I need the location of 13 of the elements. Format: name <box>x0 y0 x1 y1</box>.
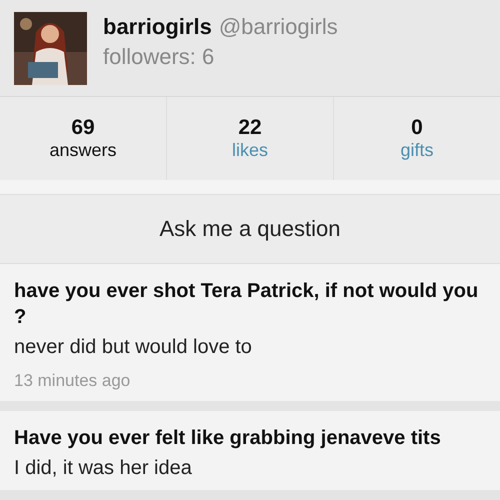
user-name: barriogirls <box>103 14 212 40</box>
answer-text: never did but would love to <box>14 336 253 359</box>
ask-question-button[interactable]: Ask me a question <box>0 194 500 264</box>
question-text: Have you ever felt like grabbing jenaveve tits <box>14 426 442 451</box>
followers-count: followers: 6 <box>103 44 216 70</box>
question-text: have you ever shot Tera Patrick, if not would you ? <box>14 279 480 330</box>
answer-text: I did, it was her idea <box>14 457 193 480</box>
stat-count: 22 <box>238 116 262 140</box>
stat-count: 0 <box>411 116 423 140</box>
stat-count: 69 <box>71 116 95 140</box>
answer-time: 13 minutes ago <box>14 371 132 391</box>
user-handle: @barriogirls <box>218 14 338 40</box>
stat-tab[interactable]: answers <box>49 140 117 161</box>
